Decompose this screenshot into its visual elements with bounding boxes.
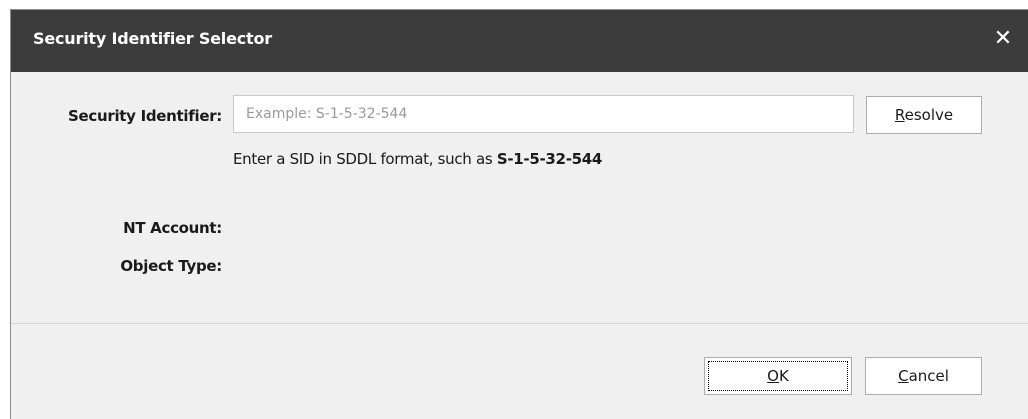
security-identifier-input[interactable] [233,95,854,133]
close-icon[interactable]: ✕ [988,24,1018,54]
security-identifier-dialog: Security Identifier Selector ✕ Security … [10,9,1028,419]
object-type-label: Object Type: [120,257,222,275]
cancel-button[interactable]: Cancel [865,357,982,395]
title-bar: Security Identifier Selector ✕ [11,10,1028,72]
footer-separator [11,323,1028,324]
sid-format-hint: Enter a SID in SDDL format, such as S-1-… [233,150,603,168]
ok-button[interactable]: OK [704,357,852,395]
sid-example: S-1-5-32-544 [496,150,603,168]
resolve-button[interactable]: Resolve [866,96,982,134]
dialog-title: Security Identifier Selector [33,29,272,48]
security-identifier-label: Security Identifier: [68,107,222,125]
focus-ring [708,361,848,391]
nt-account-label: NT Account: [123,219,222,237]
